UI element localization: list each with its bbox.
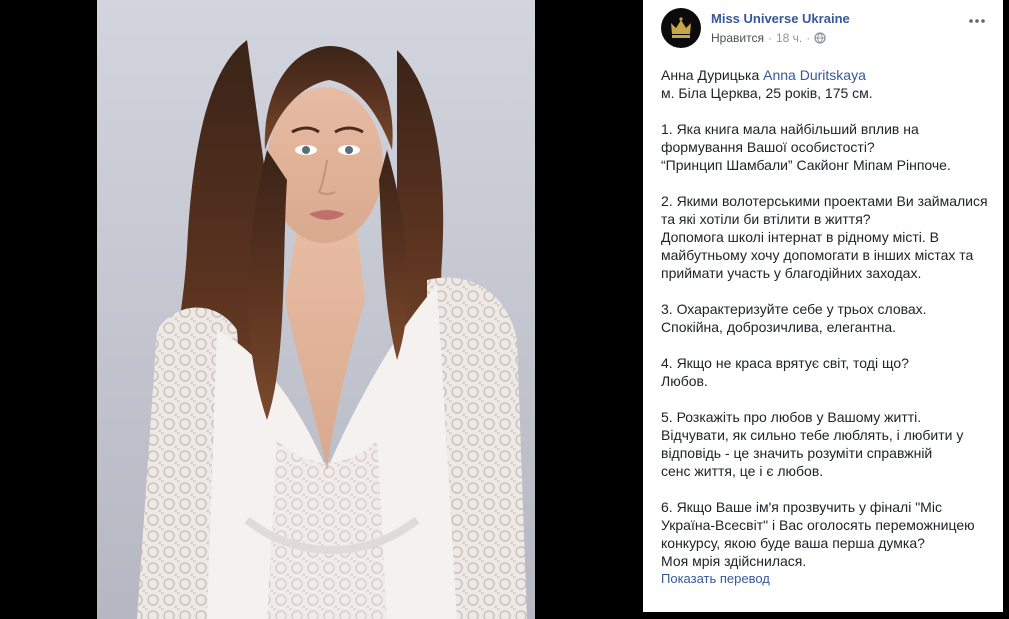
- answer-2-line-1: Допомога школі інтернат в рідному місті.…: [661, 229, 939, 245]
- show-translation-link[interactable]: Показать перевод: [661, 571, 770, 586]
- author-details: м. Біла Церква, 25 років, 175 см.: [661, 85, 873, 101]
- post-timestamp[interactable]: 18 ч.: [776, 31, 802, 45]
- photo-viewer: [0, 0, 643, 619]
- question-2-cont: та які хотіли би втілити в життя?: [661, 211, 871, 227]
- qa-3: 3. Охарактеризуйте себе у трьох словах. …: [661, 300, 993, 336]
- qa-5: 5. Розкажіть про любов у Вашому житті. В…: [661, 408, 993, 480]
- globe-icon[interactable]: [814, 32, 826, 44]
- viewer-bottom-edge: [643, 612, 1009, 619]
- viewer-right-edge: [1003, 0, 1009, 619]
- post-photo[interactable]: [97, 0, 535, 619]
- more-options-icon[interactable]: [967, 10, 987, 26]
- question-4: 4. Якщо не краса врятує світ, тоді що?: [661, 355, 909, 371]
- question-6-line-1: 6. Якщо Ваше ім'я прозвучить у фіналі "М…: [661, 499, 942, 515]
- question-1-cont: формування Вашої особистості?: [661, 139, 875, 155]
- question-6-line-2: Україна-Всесвіт" і Вас оголосять перемож…: [661, 517, 975, 533]
- post-sidebar: Miss Universe Ukraine Нравится · 18 ч. ·…: [643, 0, 1003, 612]
- page-avatar[interactable]: [661, 8, 701, 48]
- intro-paragraph: Анна Дурицька Anna Duritskaya м. Біла Це…: [661, 66, 993, 102]
- meta-separator: ·: [767, 31, 772, 45]
- post-meta: Нравится · 18 ч. ·: [711, 31, 826, 45]
- answer-5-line-3: сенс життя, це і є любов.: [661, 463, 824, 479]
- answer-3: Спокійна, доброзичлива, елегантна.: [661, 319, 896, 335]
- author-mention-link[interactable]: Anna Duritskaya: [763, 67, 866, 83]
- answer-4: Любов.: [661, 373, 708, 389]
- question-3: 3. Охарактеризуйте себе у трьох словах.: [661, 301, 927, 317]
- crown-logo-icon: [671, 17, 691, 38]
- question-2: 2. Якими волотерськими проектами Ви займ…: [661, 193, 988, 209]
- page-name-link[interactable]: Miss Universe Ukraine: [711, 11, 850, 26]
- question-5: 5. Розкажіть про любов у Вашому житті.: [661, 409, 922, 425]
- woman-portrait-illustration: [97, 0, 535, 619]
- qa-1: 1. Яка книга мала найбільший вплив на фо…: [661, 120, 993, 174]
- liked-status[interactable]: Нравится: [711, 31, 764, 45]
- qa-2: 2. Якими волотерськими проектами Ви займ…: [661, 192, 993, 282]
- qa-6: 6. Якщо Ваше ім'я прозвучить у фіналі "М…: [661, 498, 993, 570]
- answer-1: “Принцип Шамбали” Сакйонг Міпам Рінпоче.: [661, 157, 951, 173]
- post-header: Miss Universe Ukraine Нравится · 18 ч. ·: [661, 8, 993, 52]
- answer-5-line-2: відповідь - це значить розуміти справжні…: [661, 445, 933, 461]
- author-name-ua: Анна Дурицька: [661, 67, 760, 83]
- question-1: 1. Яка книга мала найбільший вплив на: [661, 121, 919, 137]
- answer-2-line-2: майбутньому хочу допомогати в інших міст…: [661, 247, 974, 263]
- meta-separator: ·: [806, 31, 811, 45]
- post-text: Анна Дурицька Anna Duritskaya м. Біла Це…: [661, 66, 993, 570]
- answer-6: Моя мрія здійснилася.: [661, 553, 807, 569]
- qa-4: 4. Якщо не краса врятує світ, тоді що? Л…: [661, 354, 993, 390]
- answer-5-line-1: Відчувати, як сильно тебе люблять, і люб…: [661, 427, 964, 443]
- answer-2-line-3: приймати участь у благодійних заходах.: [661, 265, 922, 281]
- question-6-line-3: конкурсу, якою буде ваша перша думка?: [661, 535, 925, 551]
